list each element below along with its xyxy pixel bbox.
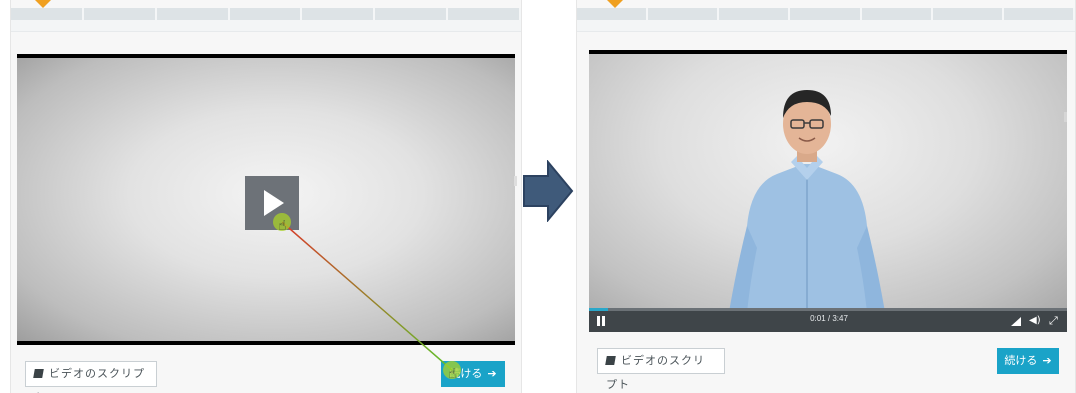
- cursor-path-annotation: [281, 221, 453, 371]
- hand-cursor-icon: ☝: [448, 366, 457, 382]
- hand-cursor-icon: ☝: [278, 218, 287, 234]
- screenshot-canvas: ビデオのスクリプト 続ける➔: [0, 0, 1076, 393]
